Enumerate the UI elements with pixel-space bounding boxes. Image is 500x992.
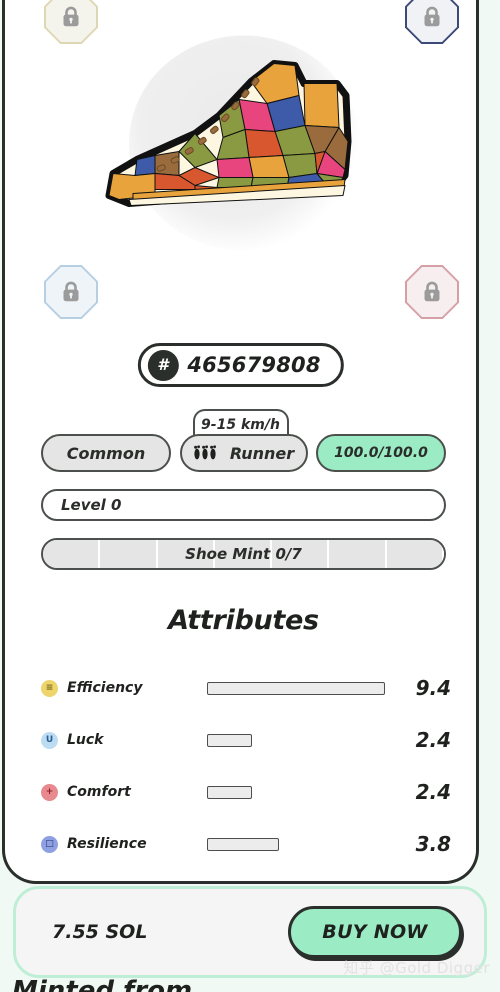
lock-icon bbox=[63, 6, 79, 27]
shoe-type-pill[interactable]: Runner bbox=[179, 434, 308, 472]
attribute-value: 3.8 bbox=[415, 832, 451, 856]
attribute-value: 2.4 bbox=[415, 728, 451, 752]
attribute-name: Comfort bbox=[67, 784, 131, 800]
attribute-name: Luck bbox=[67, 732, 104, 748]
attribute-bar-fill bbox=[207, 681, 385, 695]
attribute-pill-row: Common Runner 100.0/100.0 bbox=[41, 434, 446, 472]
attribute-row: □ Resilience 3.8 bbox=[41, 818, 451, 870]
attribute-row: ≡ Efficiency 9.4 bbox=[41, 662, 451, 714]
mint-segment bbox=[157, 540, 215, 568]
mint-segment bbox=[214, 540, 273, 568]
attribute-value: 2.4 bbox=[415, 780, 451, 804]
app-root: # 465679808 9-15 km/h Common Runner 100.… bbox=[0, 0, 500, 992]
mint-segment bbox=[386, 540, 444, 568]
mint-segment bbox=[100, 540, 158, 568]
watermark: 知乎 @Gold Digger bbox=[343, 959, 490, 977]
mint-segment bbox=[329, 540, 387, 568]
socket-lock-bottom-left[interactable] bbox=[44, 265, 98, 319]
attribute-name: Resilience bbox=[67, 836, 147, 852]
right-page-edge bbox=[479, 0, 500, 890]
attribute-value: 9.4 bbox=[415, 676, 451, 700]
hash-icon: # bbox=[147, 349, 179, 381]
efficiency-icon: ≡ bbox=[41, 679, 58, 697]
level-bar: Level 0 bbox=[41, 489, 446, 521]
socket-lock-bottom-right[interactable] bbox=[405, 265, 459, 319]
shoe-type-label: Runner bbox=[229, 443, 295, 463]
mint-segment bbox=[272, 540, 330, 568]
sneaker-detail-card: # 465679808 9-15 km/h Common Runner 100.… bbox=[2, 0, 479, 884]
lock-icon bbox=[63, 281, 79, 302]
attributes-list: ≡ Efficiency 9.4 U Luck 2.4 + Comfort 2.4 □ Resili… bbox=[41, 662, 451, 870]
energy-pill: 100.0/100.0 bbox=[316, 434, 446, 472]
buy-now-button[interactable]: BUY NOW bbox=[288, 906, 462, 958]
lock-icon bbox=[424, 281, 440, 302]
attribute-bar-track bbox=[207, 733, 385, 747]
attribute-bar-fill bbox=[207, 733, 253, 747]
level-label: Level 0 bbox=[61, 496, 122, 514]
comfort-icon: + bbox=[41, 783, 58, 801]
sneaker-stage bbox=[5, 28, 476, 258]
attribute-bar-fill bbox=[207, 785, 253, 799]
resilience-icon: □ bbox=[41, 835, 58, 853]
luck-icon: U bbox=[41, 731, 58, 749]
shoe-mint-bar: Shoe Mint 0/7 bbox=[41, 538, 446, 570]
token-id-number: 465679808 bbox=[187, 353, 321, 377]
attribute-bar-track bbox=[207, 837, 385, 851]
attribute-name: Efficiency bbox=[67, 680, 143, 696]
attribute-bar-fill bbox=[207, 837, 279, 851]
footprints-icon bbox=[193, 445, 216, 460]
attribute-bar-track bbox=[207, 785, 385, 799]
cut-off-caption: Minted from bbox=[12, 976, 193, 992]
lock-icon bbox=[424, 6, 440, 27]
attribute-bar-track bbox=[207, 681, 385, 695]
mint-segment bbox=[43, 540, 101, 568]
attribute-row: + Comfort 2.4 bbox=[41, 766, 451, 818]
token-id-badge: # 465679808 bbox=[137, 343, 344, 387]
sneaker-image bbox=[105, 60, 351, 207]
rarity-pill[interactable]: Common bbox=[41, 434, 171, 472]
attributes-heading: Attributes bbox=[168, 605, 319, 636]
price-label: 7.55 SOL bbox=[52, 921, 148, 943]
attribute-row: U Luck 2.4 bbox=[41, 714, 451, 766]
